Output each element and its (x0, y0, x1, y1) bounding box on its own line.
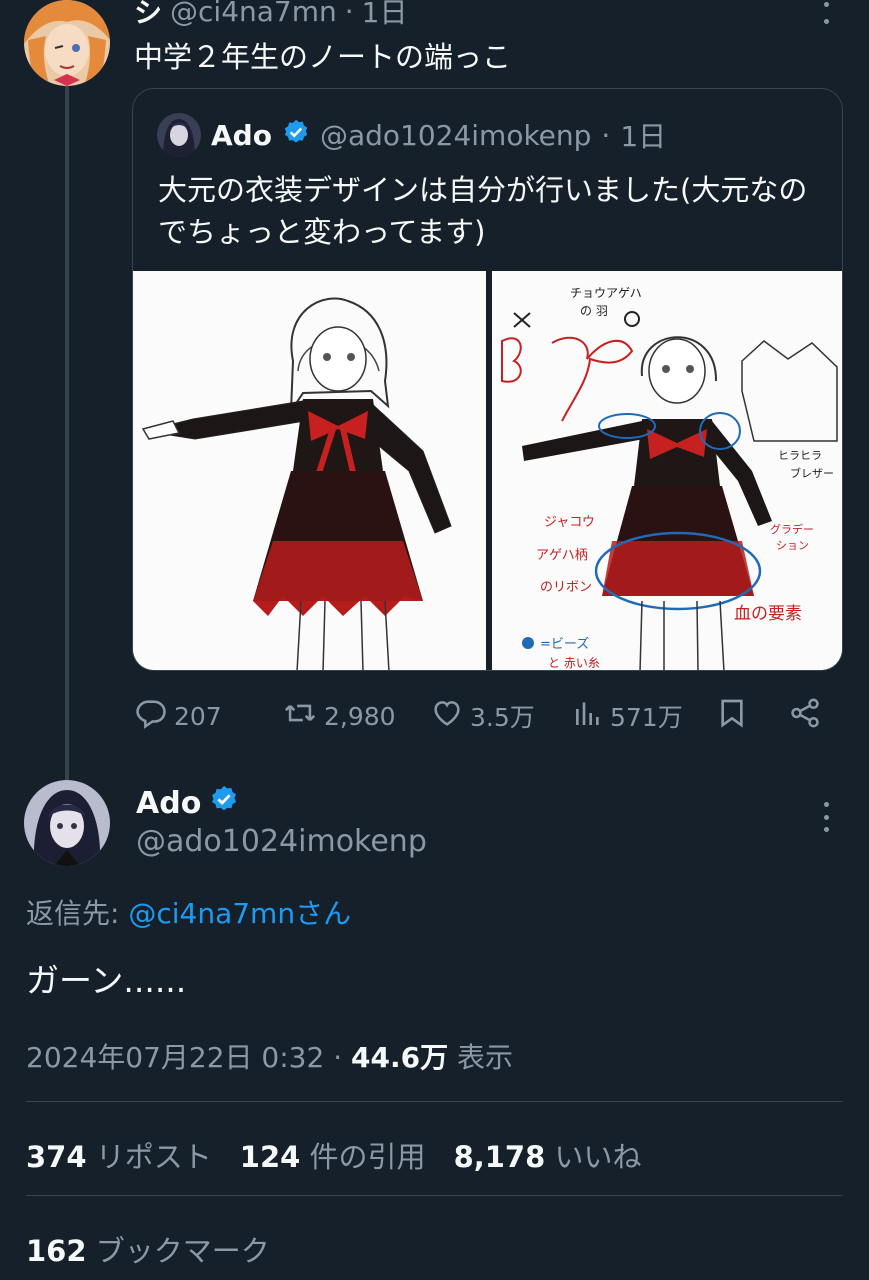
main-author-handle[interactable]: @ado1024imokenp (136, 824, 427, 859)
reply-button[interactable]: 207 (134, 694, 222, 738)
svg-text:グラデー: グラデー (770, 522, 814, 536)
parent-avatar[interactable] (24, 0, 110, 86)
header-dot: · (344, 0, 354, 28)
svg-text:チョウアゲハ: チョウアゲハ (570, 286, 642, 300)
tweet-action-bar: 207 2,980 3.5万 571万 (134, 694, 834, 738)
like-button[interactable]: 3.5万 (430, 694, 535, 738)
timestamp-separator: · (333, 1041, 343, 1074)
replying-to: 返信先: @ci4na7mnさん (26, 892, 351, 932)
more-options-icon[interactable] (820, 0, 832, 24)
quote-stat-label: 件の引用 (309, 1140, 426, 1174)
parent-tweet-header: シ @ci4na7mn · 1日 (134, 0, 408, 31)
quoted-tweet-header: Ado @ado1024imokenp · 1日 (157, 113, 666, 157)
divider (26, 1101, 843, 1102)
parent-author-name[interactable]: シ (134, 0, 162, 31)
repost-button[interactable]: 2,980 (282, 694, 396, 738)
reply-to-label: 返信先: (26, 897, 120, 930)
svg-text:ジャコウ: ジャコウ (544, 515, 595, 530)
header-dot: · (601, 118, 611, 152)
svg-text:ヒラヒラ: ヒラヒラ (778, 449, 822, 462)
share-icon (788, 696, 822, 736)
costume-annotated-sketch-image[interactable]: チョウアゲハ の 羽 ヒラヒラ ブレザー ジャコウ アゲハ柄 のリボン グラデー… (491, 271, 842, 670)
more-options-icon[interactable] (820, 802, 832, 832)
svg-text:の 羽: の 羽 (580, 304, 608, 318)
reply-count: 207 (174, 701, 222, 731)
verified-badge-icon (282, 118, 310, 153)
main-author-name-row: Ado (136, 784, 239, 822)
svg-text:ブレザー: ブレザー (790, 466, 834, 480)
view-label: 表示 (457, 1041, 514, 1074)
repost-stat-label: リポスト (95, 1140, 212, 1174)
heart-icon (430, 696, 464, 736)
quoted-tweet-time: 1日 (620, 120, 667, 153)
analytics-icon (572, 696, 604, 736)
like-stat-label: いいね (554, 1140, 642, 1174)
svg-text:と 赤い糸: と 赤い糸 (548, 656, 600, 670)
reply-icon (134, 696, 168, 736)
bookmark-stat-label: ブックマーク (95, 1234, 270, 1268)
quoted-author-handle: @ado1024imokenp (319, 118, 592, 152)
like-stat[interactable]: 8,178 いいね (454, 1134, 642, 1176)
divider (26, 1195, 843, 1196)
main-author-name[interactable]: Ado (136, 786, 201, 821)
main-author-avatar[interactable] (24, 780, 110, 866)
verified-badge-icon (209, 784, 239, 822)
quote-stat[interactable]: 124 件の引用 (240, 1134, 426, 1176)
bookmark-stat-count: 162 (26, 1234, 87, 1268)
svg-text:=ビーズ: =ビーズ (540, 636, 589, 652)
repost-icon (282, 696, 318, 736)
parent-author-handle[interactable]: @ci4na7mn (170, 0, 337, 28)
quoted-author-name: Ado (211, 118, 272, 152)
tweet-datetime[interactable]: 2024年07月22日 0:32 (26, 1041, 324, 1074)
repost-count: 2,980 (324, 701, 396, 731)
main-tweet-text: ガーン...... (26, 961, 187, 1000)
like-stat-count: 8,178 (453, 1140, 546, 1174)
bookmark-icon (716, 695, 748, 737)
repost-stat-count: 374 (26, 1140, 87, 1174)
quoted-tweet-card[interactable]: Ado @ado1024imokenp · 1日 大元の衣装デザインは自分が行い… (132, 88, 843, 671)
quoted-author-avatar (157, 113, 201, 157)
views-button[interactable]: 571万 (572, 694, 683, 738)
svg-text:ション: ション (776, 539, 809, 552)
quote-stat-count: 124 (239, 1140, 301, 1174)
parent-tweet-time[interactable]: 1日 (362, 0, 408, 31)
view-count: 44.6万 (351, 1041, 449, 1074)
svg-text:のリボン: のリボン (540, 580, 592, 595)
engagement-stats: 374 リポスト 124 件の引用 8,178 いいね (26, 1134, 642, 1176)
reply-to-mention[interactable]: @ci4na7mnさん (128, 897, 351, 930)
thread-connector-line (65, 86, 69, 780)
svg-text:アゲハ柄: アゲハ柄 (536, 548, 588, 563)
repost-stat[interactable]: 374 リポスト (26, 1134, 212, 1176)
quoted-tweet-media: チョウアゲハ の 羽 ヒラヒラ ブレザー ジャコウ アゲハ柄 のリボン グラデー… (133, 271, 842, 670)
tweet-timestamp-row: 2024年07月22日 0:32 · 44.6万 表示 (26, 1036, 513, 1076)
quoted-tweet-text: 大元の衣装デザインは自分が行いました(大元なのでちょっと変わってます) (158, 173, 808, 249)
like-count: 3.5万 (470, 703, 535, 732)
bookmark-stat[interactable]: 162 ブックマーク (26, 1228, 270, 1270)
bookmark-button[interactable] (716, 694, 748, 738)
views-count: 571万 (610, 703, 683, 732)
costume-sketch-image[interactable] (133, 271, 486, 670)
parent-tweet-text: 中学２年生のノートの端っこ (134, 40, 512, 74)
svg-text:血の要素: 血の要素 (734, 604, 802, 624)
share-button[interactable] (788, 694, 822, 738)
